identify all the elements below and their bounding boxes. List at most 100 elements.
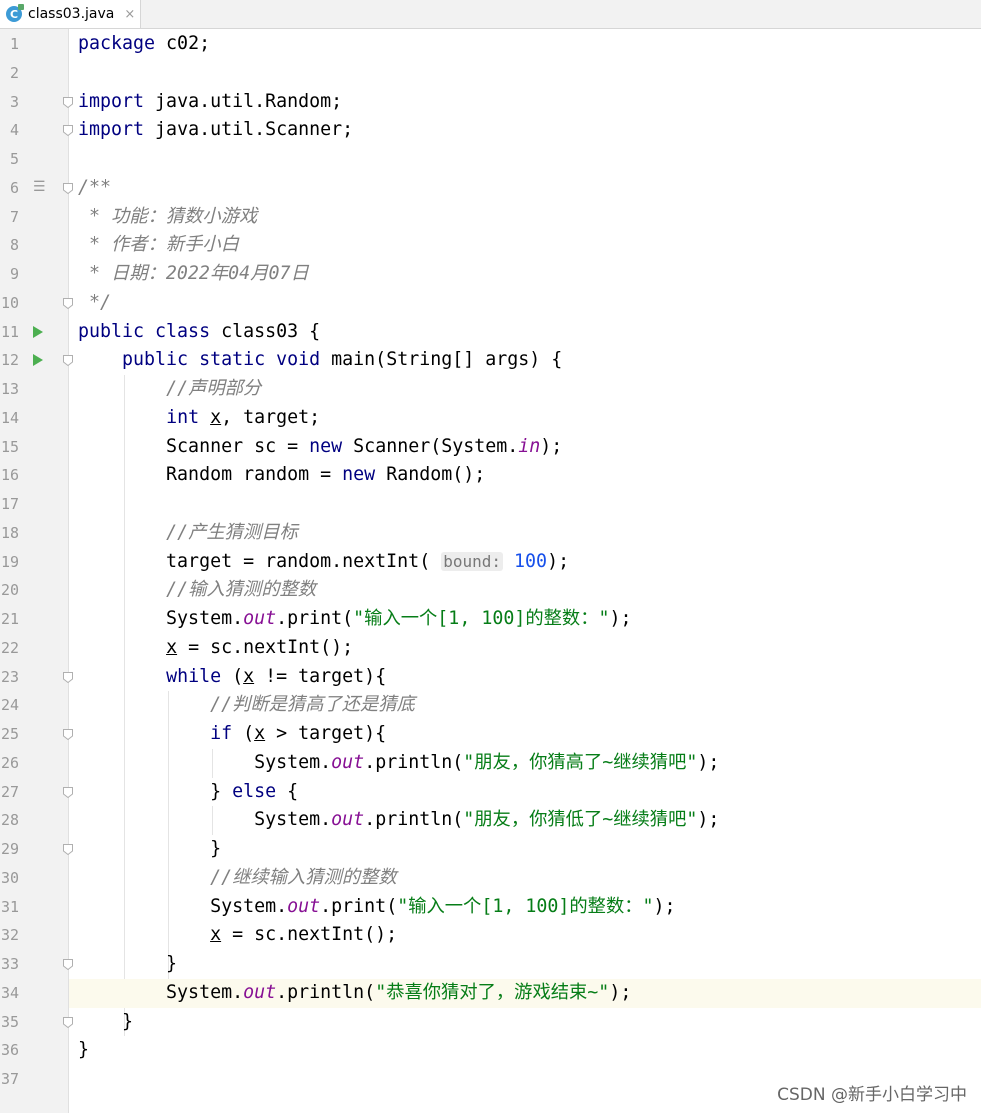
code-text: x = sc.nextInt(); [210, 924, 398, 946]
line-number: 33 [0, 955, 19, 973]
code-line[interactable]: 19 target = random.nextInt( bound: 100); [0, 548, 981, 577]
fold-marker-icon[interactable] [63, 297, 73, 309]
code-text: public class class03 { [78, 320, 321, 342]
code-text: Scanner sc = new Scanner(System.in); [78, 435, 563, 457]
line-number: 10 [0, 293, 19, 312]
code-line[interactable]: 26 System.out.println("朋友，你猜高了~继续猜吧"); [0, 749, 981, 778]
code-text: System.out.print("输入一个[1, 100]的整数："); [78, 608, 632, 629]
code-line[interactable]: 35 } [0, 1008, 981, 1037]
code-text: * 日期：2022年04月07日 [78, 263, 309, 284]
run-icon[interactable] [33, 354, 43, 367]
code-line[interactable]: 9 * 日期：2022年04月07日 [0, 260, 981, 289]
code-line[interactable]: 25 if (x > target){ [0, 720, 981, 749]
line-number: 18 [0, 523, 19, 542]
code-line[interactable]: 34 System.out.println("恭喜你猜对了，游戏结束~"); [1, 978, 981, 1008]
code-text: } else { [78, 780, 299, 802]
line-number: 23 [0, 667, 19, 686]
line-number: 11 [0, 322, 19, 341]
code-line[interactable]: 18 //产生猜测目标 [0, 519, 981, 548]
line-number: 1 [9, 35, 19, 53]
code-line[interactable]: 14 int x, target; [0, 404, 981, 433]
code-text: * 功能：猜数小游戏 [78, 205, 258, 227]
code-line[interactable]: 11 public class class03 { [0, 318, 981, 347]
doc-comment-icon[interactable]: ☰ [33, 179, 46, 195]
fold-marker-icon[interactable] [63, 844, 73, 855]
code-text: import java.util.Scanner; [78, 119, 354, 141]
code-line[interactable]: 4 import java.util.Scanner; [0, 116, 981, 145]
code-text: System.out.println("朋友，你猜高了~继续猜吧"); [78, 751, 720, 773]
fold-marker-icon[interactable] [63, 671, 73, 683]
code-line[interactable]: 32 x = sc.nextInt(); [0, 921, 981, 950]
code-line[interactable]: 6 /** [0, 174, 981, 203]
code-line[interactable]: 24 //判断是猜高了还是猜底 [0, 691, 981, 720]
line-number: 6 [9, 178, 19, 197]
code-text: //声明部分 [166, 378, 262, 399]
code-line[interactable]: 5 [0, 145, 981, 174]
code-line[interactable]: 17 [0, 490, 981, 519]
code-line[interactable]: 12 public static void main(String[] args… [0, 346, 981, 375]
line-number: 29 [0, 840, 19, 858]
code-text: Random random = new Random(); [78, 464, 486, 486]
code-text: } [78, 953, 178, 974]
line-number: 24 [0, 696, 19, 715]
code-text: //判断是猜高了还是猜底 [210, 694, 415, 716]
code-line[interactable]: 36} [0, 1036, 981, 1065]
line-number: 31 [0, 897, 19, 916]
line-number: 35 [0, 1012, 19, 1031]
code-text: } [78, 838, 222, 859]
code-line[interactable]: 33 } [0, 950, 981, 979]
close-icon[interactable]: × [124, 7, 135, 22]
fold-marker-icon[interactable] [63, 355, 73, 367]
run-icon[interactable] [33, 325, 43, 338]
line-number: 12 [0, 351, 19, 370]
line-number: 4 [9, 121, 19, 140]
code-line[interactable]: 10 */ [0, 289, 981, 318]
fold-marker-icon[interactable] [63, 1016, 73, 1028]
fold-marker-icon[interactable] [63, 729, 73, 740]
code-line[interactable]: 15 Scanner sc = new Scanner(System.in); [0, 433, 981, 462]
code-line[interactable]: 29 } [0, 835, 981, 864]
code-text: public static void main(String[] args) { [122, 349, 563, 371]
code-line[interactable]: 3 import java.util.Random; [0, 88, 981, 117]
code-line[interactable]: 13 //声明部分 [0, 375, 981, 404]
line-number: 5 [9, 150, 19, 168]
code-line[interactable]: 8 * 作者：新手小白 [0, 231, 981, 260]
code-text: System.out.print("输入一个[1, 100]的整数："); [78, 895, 676, 917]
code-line[interactable]: 2 [0, 59, 981, 88]
code-text: target = random.nextInt( bound: 100); [78, 550, 570, 572]
fold-marker-icon[interactable] [63, 182, 73, 194]
code-line[interactable]: 27 } else { [0, 778, 981, 807]
line-number: 22 [0, 638, 19, 657]
tab-class03-java[interactable]: C class03.java × [0, 0, 141, 28]
code-text: */ [78, 291, 112, 313]
code-text: int x, target; [166, 406, 321, 428]
code-line[interactable]: 21 System.out.print("输入一个[1, 100]的整数："); [0, 605, 981, 634]
code-text: x = sc.nextInt(); [166, 636, 354, 658]
line-number: 9 [9, 265, 19, 283]
code-line[interactable]: 16 Random random = new Random(); [0, 461, 981, 490]
fold-marker-icon[interactable] [63, 959, 73, 970]
code-line[interactable]: 22 x = sc.nextInt(); [0, 634, 981, 663]
code-line[interactable]: 1 package c02; [0, 30, 981, 59]
line-number: 37 [0, 1070, 19, 1088]
code-line[interactable]: 30 //继续输入猜测的整数 [0, 864, 981, 893]
line-number: 2 [9, 63, 19, 82]
code-text: package c02; [78, 33, 211, 54]
line-number: 28 [0, 811, 19, 830]
watermark: CSDN @新手小白学习中 [777, 1085, 967, 1105]
code-line[interactable]: 28 System.out.println("朋友，你猜低了~继续猜吧"); [0, 806, 981, 835]
line-number: 19 [0, 552, 19, 571]
code-line[interactable]: 23 while (x != target){ [0, 663, 981, 692]
line-number: 25 [0, 725, 19, 743]
code-line[interactable]: 20 //输入猜测的整数 [0, 576, 981, 605]
fold-marker-icon[interactable] [63, 786, 73, 798]
code-text: if (x > target){ [210, 723, 387, 744]
code-line[interactable]: 31 System.out.print("输入一个[1, 100]的整数："); [0, 893, 981, 922]
fold-marker-icon[interactable] [63, 96, 73, 108]
code-text: /** [78, 176, 112, 198]
fold-marker-icon[interactable] [63, 125, 73, 137]
code-line[interactable]: 7 * 功能：猜数小游戏 [0, 203, 981, 232]
line-number: 17 [0, 495, 19, 513]
code-text: } [78, 1010, 134, 1032]
line-number: 13 [0, 380, 19, 398]
